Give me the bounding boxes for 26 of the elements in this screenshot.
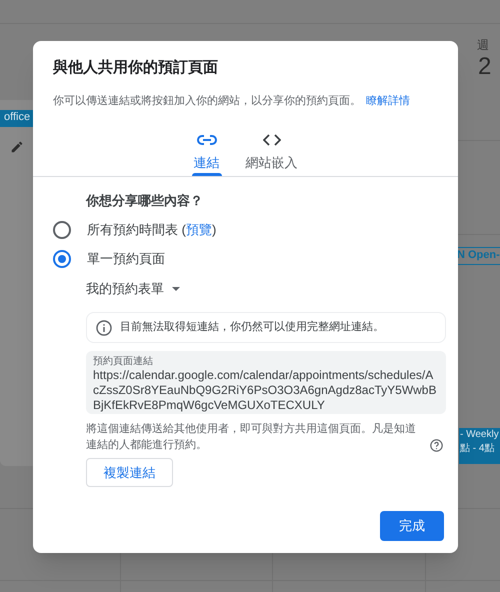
section-heading: 你想分享哪些內容？ <box>86 192 203 210</box>
tab[interactable]: 連結 <box>190 129 224 176</box>
info-icon <box>96 320 112 336</box>
link-icon <box>196 135 216 145</box>
pencil-icon[interactable] <box>10 140 24 154</box>
schedule-dropdown[interactable]: 我的預約表單 <box>86 279 180 298</box>
caret-icon <box>172 286 180 291</box>
learn-more-link[interactable]: 瞭解詳情 <box>366 93 410 110</box>
help-icon[interactable] <box>430 439 443 452</box>
done-button[interactable]: 完成 <box>380 511 444 541</box>
radio-button[interactable] <box>53 220 71 239</box>
dialog-title: 與他人共用你的預訂頁面 <box>53 58 218 78</box>
code-icon <box>262 134 280 146</box>
preview-link[interactable]: 預覽 <box>186 222 212 237</box>
tab[interactable]: 網站嵌入 <box>242 129 302 176</box>
help-text: 將這個連結傳送給其他使用者，即可與對方共用這個頁面。凡是知道連結的人都能進行預約。 <box>86 422 417 453</box>
date-number: 2 <box>478 55 492 79</box>
info-message: 目前無法取得短連結，你仍然可以使用完整網址連結。 <box>120 320 384 336</box>
option-label: 所有預約時間表 (預覽) <box>87 221 216 239</box>
radio-button[interactable] <box>53 250 71 268</box>
event-chip[interactable]: - Weekly 點 - 4點 <box>459 428 500 464</box>
copy-link-button[interactable]: 複製連結 <box>86 458 173 487</box>
weekday-label: 週 <box>477 37 489 54</box>
link-field[interactable]: 預約頁面連結 https://calendar.google.com/calendar/appointments/schedules/AcZssZ0Sr8YEauNbQ9G2RiY6PsO3O3A6gnAgdz8acTyY5WwbBBjKfEkRvE8PmqW6gcVeMGUXoTECXULY <box>86 351 446 414</box>
dialog-description: 你可以傳送連結或將按鈕加入你的網站，以分享你的預約頁面。 <box>53 94 361 109</box>
option-label: 單一預約頁面 <box>87 250 165 268</box>
